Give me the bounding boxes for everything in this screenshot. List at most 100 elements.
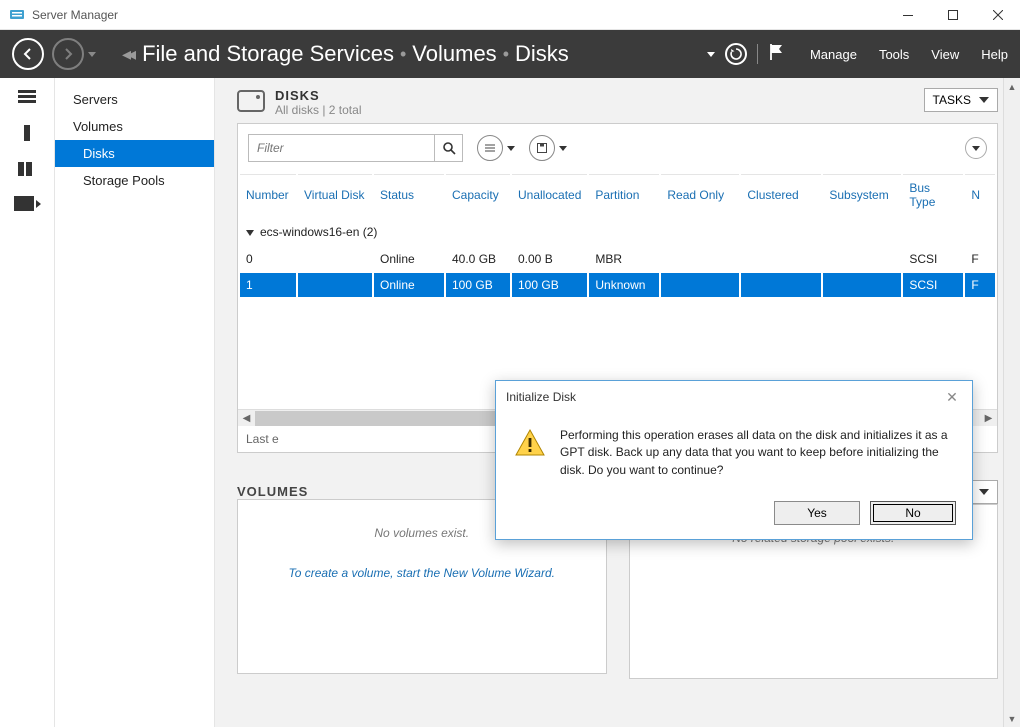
col-clustered[interactable]: Clustered: [741, 174, 821, 215]
warning-icon: [514, 427, 546, 459]
filter-save-button[interactable]: [529, 135, 567, 161]
tasks-label: TASKS: [933, 93, 971, 107]
close-button[interactable]: [975, 0, 1020, 30]
menu-manage[interactable]: Manage: [810, 47, 857, 62]
breadcrumb-disks[interactable]: Disks: [515, 41, 569, 67]
breadcrumb-sep-icon: •: [503, 44, 509, 65]
disks-section-icon: [237, 90, 265, 112]
chevrons-icon: ◂◂: [122, 44, 132, 65]
header-bar: ◂◂ File and Storage Services • Volumes •…: [0, 30, 1020, 78]
vertical-scrollbar[interactable]: ▲▼: [1003, 78, 1020, 727]
breadcrumb-volumes[interactable]: Volumes: [412, 41, 496, 67]
cell-partition: Unknown: [589, 273, 659, 297]
col-bustype[interactable]: Bus Type: [903, 174, 963, 215]
nav-forward-button[interactable]: [52, 38, 84, 70]
cell-capacity: 40.0 GB: [446, 247, 510, 271]
nav-back-button[interactable]: [12, 38, 44, 70]
scroll-left-icon: ◀: [238, 410, 255, 427]
col-capacity[interactable]: Capacity: [446, 174, 510, 215]
col-partition[interactable]: Partition: [589, 174, 659, 215]
filter-input-wrapper: [248, 134, 463, 162]
cell-capacity: 100 GB: [446, 273, 510, 297]
cell-vdisk: [298, 273, 372, 297]
col-unallocated[interactable]: Unallocated: [512, 174, 587, 215]
cell-bustype: SCSI: [903, 273, 963, 297]
breadcrumb-sep-icon: •: [400, 44, 406, 65]
cell-readonly: [661, 247, 739, 271]
window-title: Server Manager: [32, 8, 118, 22]
nav-history-caret-icon[interactable]: [88, 52, 96, 57]
new-volume-wizard-link[interactable]: To create a volume, start the New Volume…: [289, 566, 555, 580]
breadcrumb-file-storage[interactable]: File and Storage Services: [142, 41, 394, 67]
breadcrumb: ◂◂ File and Storage Services • Volumes •…: [122, 41, 569, 67]
chevron-down-icon: [246, 230, 254, 236]
cell-subsystem: [823, 247, 901, 271]
chevron-right-icon: [36, 200, 41, 208]
filter-options-icon: [477, 135, 503, 161]
dialog-no-button[interactable]: No: [870, 501, 956, 525]
dialog-title: Initialize Disk: [506, 390, 576, 404]
col-name[interactable]: N: [965, 174, 995, 215]
cell-partition: MBR: [589, 247, 659, 271]
header-dropdown-caret-icon[interactable]: [707, 52, 715, 57]
minimize-button[interactable]: [885, 0, 930, 30]
dialog-close-button[interactable]: ✕: [942, 389, 962, 406]
filter-save-icon: [529, 135, 555, 161]
col-subsystem[interactable]: Subsystem: [823, 174, 901, 215]
rail-dashboard-icon[interactable]: [15, 88, 39, 106]
menu-tools[interactable]: Tools: [879, 47, 909, 62]
nav-panel: Servers Volumes Disks Storage Pools: [55, 78, 215, 727]
rail-file-storage-icon[interactable]: [14, 196, 41, 211]
menu-view[interactable]: View: [931, 47, 959, 62]
rail-local-server-icon[interactable]: [15, 124, 39, 142]
group-row[interactable]: ecs-windows16-en (2): [240, 217, 995, 245]
cell-name: F: [965, 273, 995, 297]
cell-unallocated: 100 GB: [512, 273, 587, 297]
rail-all-servers-icon[interactable]: [15, 160, 39, 178]
cell-readonly: [661, 273, 739, 297]
cell-status: Online: [374, 247, 444, 271]
caret-down-icon: [507, 146, 515, 151]
volumes-section-title: VOLUMES: [237, 484, 532, 499]
main-content: ▲▼ DISKS All disks | 2 total TASKS: [215, 78, 1020, 727]
caret-down-icon: [979, 97, 989, 103]
scroll-right-icon: ▶: [980, 410, 997, 427]
table-row[interactable]: 1 Online 100 GB 100 GB Unknown SCSI F: [240, 273, 995, 297]
volumes-empty-text: No volumes exist.: [374, 526, 469, 540]
col-number[interactable]: Number: [240, 174, 296, 215]
dialog-yes-button[interactable]: Yes: [774, 501, 860, 525]
nav-item-servers[interactable]: Servers: [55, 86, 214, 113]
filter-search-button[interactable]: [434, 135, 462, 161]
filter-options-button[interactable]: [477, 135, 515, 161]
disks-tasks-button[interactable]: TASKS: [924, 88, 998, 112]
disks-section-subtitle: All disks | 2 total: [275, 103, 914, 117]
expand-collapse-button[interactable]: [965, 137, 987, 159]
menu-help[interactable]: Help: [981, 47, 1008, 62]
cell-unallocated: 0.00 B: [512, 247, 587, 271]
cell-vdisk: [298, 247, 372, 271]
caret-down-icon: [559, 146, 567, 151]
refresh-button[interactable]: [725, 43, 747, 65]
dialog-text: Performing this operation erases all dat…: [560, 427, 954, 479]
col-status[interactable]: Status: [374, 174, 444, 215]
titlebar: Server Manager: [0, 0, 1020, 30]
rail: [0, 78, 55, 727]
notifications-flag-icon[interactable]: [768, 43, 784, 66]
nav-item-storage-pools[interactable]: Storage Pools: [55, 167, 214, 194]
caret-down-icon: [972, 146, 980, 151]
col-virtual-disk[interactable]: Virtual Disk: [298, 174, 372, 215]
cell-name: F: [965, 247, 995, 271]
col-readonly[interactable]: Read Only: [661, 174, 739, 215]
nav-item-volumes[interactable]: Volumes: [55, 113, 214, 140]
maximize-button[interactable]: [930, 0, 975, 30]
cell-clustered: [741, 247, 821, 271]
cell-clustered: [741, 273, 821, 297]
app-icon: [8, 6, 26, 24]
nav-item-disks[interactable]: Disks: [55, 140, 214, 167]
disks-section-title: DISKS: [275, 88, 914, 103]
cell-number: 0: [240, 247, 296, 271]
filter-input[interactable]: [249, 141, 434, 155]
disks-table: Number Virtual Disk Status Capacity Unal…: [238, 172, 997, 299]
table-row[interactable]: 0 Online 40.0 GB 0.00 B MBR SCSI F: [240, 247, 995, 271]
group-label: ecs-windows16-en (2): [260, 225, 377, 239]
